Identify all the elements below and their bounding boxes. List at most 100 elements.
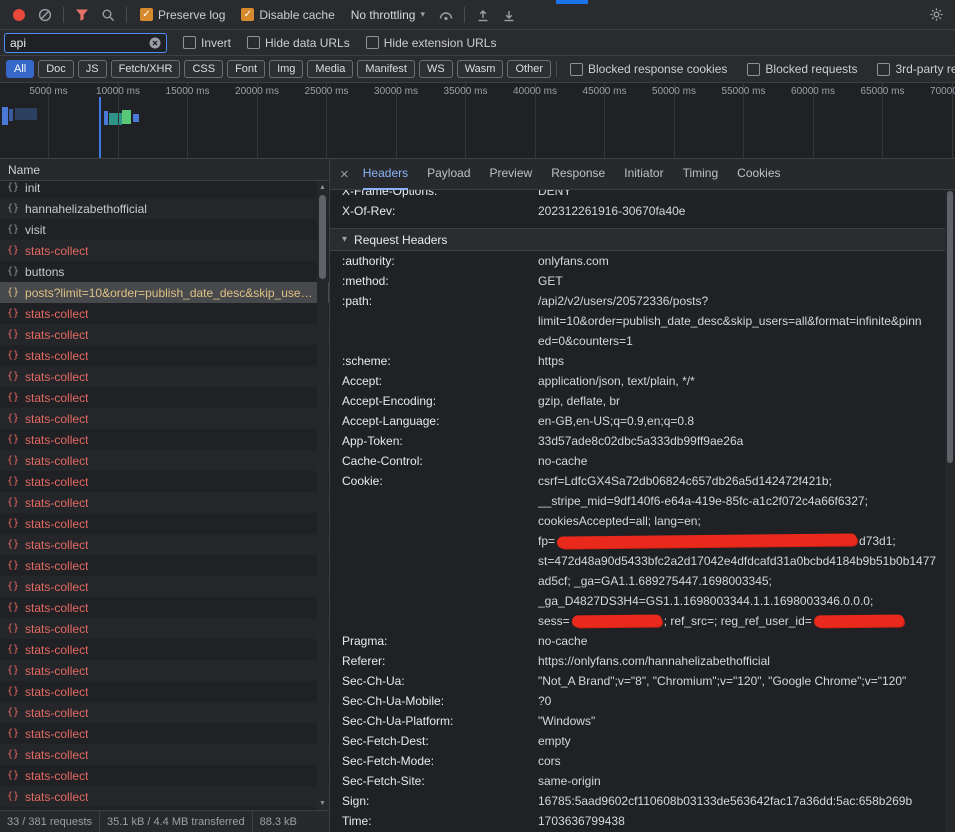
request-name: stats-collect [25,685,88,699]
tab-initiator[interactable]: Initiator [624,159,663,190]
request-row[interactable]: {}stats-collect [0,492,329,513]
request-row[interactable]: {}stats-collect [0,240,329,261]
request-row[interactable]: {}posts?limit=10&order=publish_date_desc… [0,282,329,303]
request-row[interactable]: {}stats-collect [0,618,329,639]
clear-network-log-button[interactable] [32,3,58,27]
request-name: stats-collect [25,643,88,657]
request-row[interactable]: {}stats-collect [0,555,329,576]
blocked-response-cookies-checkbox[interactable]: Blocked response cookies [570,62,727,76]
header-value: same-origin [538,771,955,791]
request-row[interactable]: {}stats-collect [0,723,329,744]
tab-timing[interactable]: Timing [683,159,719,190]
tab-preview[interactable]: Preview [490,159,533,190]
request-list-scrollbar[interactable]: ▲ ▼ [317,181,328,810]
request-row[interactable]: {}stats-collect [0,765,329,786]
export-har-button[interactable] [496,3,522,27]
checkbox-label: 3rd-party requests [895,62,955,76]
filter-toggle-button[interactable] [69,3,95,27]
scroll-down-icon[interactable]: ▼ [317,798,328,809]
request-row[interactable]: {}stats-collect [0,471,329,492]
redaction-scribble [572,614,662,627]
timeline-gridline: 35000 ms [465,83,466,158]
blocked-requests-checkbox[interactable]: Blocked requests [747,62,857,76]
import-har-button[interactable] [470,3,496,27]
braces-icon: {} [7,686,19,697]
request-row[interactable]: {}stats-collect [0,366,329,387]
search-button[interactable] [95,3,121,27]
clear-filter-icon[interactable] [149,37,161,49]
details-scrollbar[interactable] [945,190,955,832]
hide-data-urls-checkbox[interactable]: Hide data URLs [247,36,350,50]
timeline-tick-label: 50000 ms [652,86,696,97]
type-filter-font[interactable]: Font [227,60,265,78]
filter-bar: api Invert Hide data URLs Hide extension… [0,30,955,56]
timeline-overview[interactable]: 5000 ms10000 ms15000 ms20000 ms25000 ms3… [0,83,955,159]
disable-cache-checkbox[interactable]: Disable cache [241,8,334,22]
request-row[interactable]: {}init [0,181,329,198]
header-row: :authority:onlyfans.com [330,251,955,271]
tab-headers[interactable]: Headers [363,159,408,190]
request-row[interactable]: {}visit [0,219,329,240]
hide-extension-urls-checkbox[interactable]: Hide extension URLs [366,36,497,50]
close-icon[interactable]: × [340,166,349,183]
network-toolbar: Preserve log Disable cache No throttling… [0,0,955,30]
type-filter-all[interactable]: All [6,60,34,78]
request-row[interactable]: {}stats-collect [0,597,329,618]
request-row[interactable]: {}stats-collect [0,534,329,555]
request-row[interactable]: {}stats-collect [0,408,329,429]
request-row[interactable]: {}stats-collect [0,660,329,681]
request-row[interactable]: {}buttons [0,261,329,282]
scroll-up-icon[interactable]: ▲ [317,182,328,193]
scrollbar-thumb[interactable] [319,195,326,279]
request-row[interactable]: {}stats-collect [0,324,329,345]
request-row[interactable]: {}stats-collect [0,513,329,534]
request-row[interactable]: {}stats-collect [0,345,329,366]
request-row[interactable]: {}stats-collect [0,576,329,597]
request-row[interactable]: {}stats-collect [0,702,329,723]
hide-extension-urls-label: Hide extension URLs [384,36,497,50]
type-filter-media[interactable]: Media [307,60,353,78]
tab-payload[interactable]: Payload [427,159,470,190]
name-column-header[interactable]: Name [0,159,329,181]
type-filter-img[interactable]: Img [269,60,303,78]
type-filter-doc[interactable]: Doc [38,60,74,78]
request-row[interactable]: {}stats-collect [0,450,329,471]
tab-response[interactable]: Response [551,159,605,190]
braces-icon: {} [7,245,19,256]
preserve-log-checkbox[interactable]: Preserve log [140,8,225,22]
type-filter-css[interactable]: CSS [184,60,223,78]
request-row[interactable]: {} stats-collect [0,681,329,702]
type-filter-other[interactable]: Other [507,60,551,78]
type-filter-wasm[interactable]: Wasm [457,60,504,78]
request-row[interactable]: {}hannahelizabethofficial [0,198,329,219]
request-headers-section-header[interactable]: ▾ Request Headers [330,228,955,251]
header-name: Sec-Ch-Ua-Platform: [330,711,538,731]
type-filter-js[interactable]: JS [78,60,107,78]
request-row[interactable]: {}stats-collect [0,744,329,765]
record-button[interactable] [6,3,32,27]
checkbox-icon [570,63,583,76]
upload-icon [476,8,490,22]
request-row[interactable]: {}stats-collect [0,786,329,807]
request-headers-rows: :authority:onlyfans.com:method:GET:path:… [330,251,955,831]
type-filter-fetch-xhr[interactable]: Fetch/XHR [111,60,181,78]
request-row[interactable]: {}stats-collect [0,639,329,660]
network-conditions-button[interactable] [433,3,459,27]
request-name: stats-collect [25,538,88,552]
request-row[interactable]: {}stats-collect [0,429,329,450]
request-name: visit [25,223,46,237]
request-row[interactable]: {}stats-collect [0,387,329,408]
header-name: Referer: [330,651,538,671]
type-filter-ws[interactable]: WS [419,60,453,78]
filter-input[interactable]: api [4,33,167,53]
header-value: empty [538,731,955,751]
settings-button[interactable] [923,3,949,27]
header-name: Cookie: [330,471,538,631]
invert-checkbox[interactable]: Invert [183,36,231,50]
3rd-party-requests-checkbox[interactable]: 3rd-party requests [877,62,955,76]
tab-cookies[interactable]: Cookies [737,159,780,190]
scrollbar-thumb[interactable] [947,191,953,463]
type-filter-manifest[interactable]: Manifest [357,60,415,78]
throttling-select[interactable]: No throttling ▾ [351,8,425,22]
request-row[interactable]: {}stats-collect [0,303,329,324]
